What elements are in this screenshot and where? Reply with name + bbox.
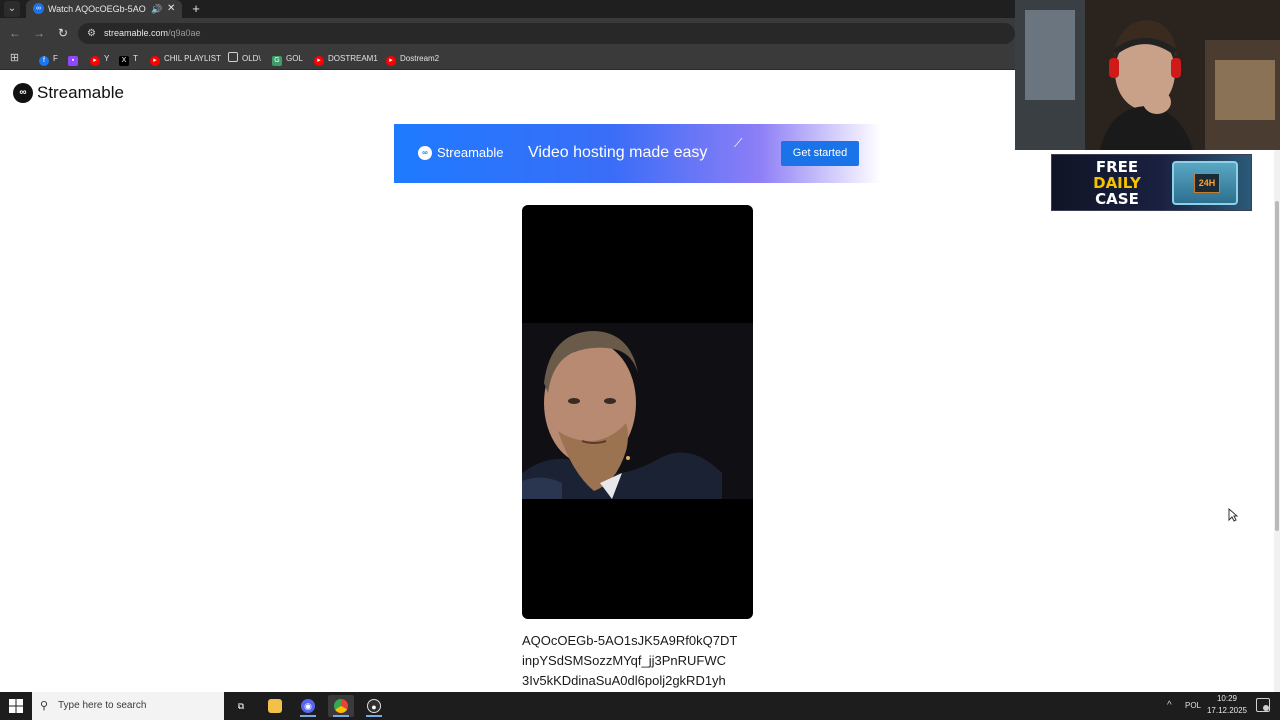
banner-tagline: Video hosting made easy (528, 144, 708, 161)
url-host: streamable.com (104, 28, 169, 38)
clock-date: 17.12.2025 (1206, 706, 1248, 715)
site-settings-icon[interactable]: ⚙ (87, 26, 96, 41)
video-frame (522, 323, 753, 499)
webcam-overlay (1015, 0, 1280, 150)
x-icon: X (119, 56, 129, 66)
promo-text: FREE DAILY CASE (1074, 159, 1160, 207)
promo-line: DAILY (1093, 174, 1141, 192)
crate-icon: 24H (1172, 161, 1238, 205)
windows-taskbar: ⚲ Type here to search ⧉ ◉ ● ^ POL 10:29 … (0, 692, 1280, 720)
bookmark-label: GOL (286, 54, 303, 63)
video-title-line: inpYSdSMSozzMYqf_jj3PnRUFWC (522, 653, 726, 668)
bookmark-dostream1[interactable]: ▸ DOSTREAM1 (314, 52, 378, 66)
video-title-line: AQOcOEGb-5AO1sJK5A9Rf0kQ7DT (522, 633, 738, 648)
active-tab[interactable]: ∞ Watch AQOcOEGb-5AO1sJK 🔊 ✕ (26, 0, 182, 18)
bookmark-twitch[interactable]: ▪ (68, 52, 82, 66)
windows-start-icon[interactable] (8, 698, 24, 714)
video-title-line: 3Iv5kKDdinaSuA0dl6polj2gkRD1yh (522, 673, 726, 688)
tab-title: Watch AQOcOEGb-5AO1sJK (48, 4, 146, 14)
promo-banner[interactable]: ∞ Streamable Video hosting made easy ⟋ G… (394, 124, 881, 183)
discord-icon: ◉ (301, 699, 315, 713)
bookmark-label: T (133, 54, 138, 63)
clock-time: 10:29 (1216, 694, 1238, 703)
bookmark-folder-old[interactable]: OLD\ (228, 52, 261, 66)
reload-icon[interactable]: ↻ (55, 25, 71, 41)
youtube-icon: ▸ (386, 56, 396, 66)
running-indicator (300, 715, 316, 717)
folder-icon (228, 52, 238, 62)
bookmark-label: Dostream2 (400, 54, 440, 63)
mouse-cursor-icon (1228, 508, 1238, 522)
task-view-icon: ⧉ (237, 701, 245, 711)
video-title: AQOcOEGb-5AO1sJK5A9Rf0kQ7DT inpYSdSMSozz… (522, 631, 762, 691)
streamable-logo-icon: ∞ (418, 146, 432, 160)
banner-brand: Streamable (437, 145, 504, 160)
search-icon: ⚲ (40, 700, 49, 712)
task-view-button[interactable]: ⧉ (228, 695, 254, 717)
webcam-feed-image (1015, 0, 1280, 150)
bookmark-label: DOSTREAM1 (328, 54, 378, 63)
streamable-favicon-icon: ∞ (33, 3, 44, 14)
obs-icon: ● (367, 699, 381, 713)
twitch-icon: ▪ (68, 56, 78, 66)
youtube-icon: ▸ (314, 56, 324, 66)
file-explorer-icon (268, 699, 282, 713)
new-tab-button[interactable]: + (189, 0, 203, 18)
chrome-button[interactable] (328, 695, 354, 717)
video-player[interactable] (522, 205, 753, 619)
page-scrollbar[interactable] (1274, 71, 1280, 692)
taskbar-search-box[interactable]: ⚲ Type here to search (32, 692, 224, 720)
chrome-icon (334, 699, 348, 713)
sparkle-icon: ⟋ (734, 136, 743, 150)
notification-center-icon[interactable] (1256, 698, 1270, 712)
free-daily-case-ad[interactable]: FREE DAILY CASE 24H (1051, 154, 1252, 211)
notification-count (1263, 705, 1269, 711)
bookmark-label: F (53, 54, 58, 63)
close-tab-icon[interactable]: ✕ (167, 2, 175, 16)
bookmark-label: OLD\ (242, 54, 261, 63)
running-indicator (366, 715, 382, 717)
obs-button[interactable]: ● (361, 695, 387, 717)
system-clock[interactable]: 10:29 17.12.2025 (1203, 693, 1251, 717)
bookmark-gol[interactable]: G GOL (272, 52, 303, 66)
gol-icon: G (272, 56, 282, 66)
running-indicator (333, 715, 349, 717)
logo-text: Streamable (37, 83, 124, 102)
crate-label: 24H (1194, 173, 1220, 193)
promo-line: FREE (1095, 158, 1139, 176)
input-language[interactable]: POL (1185, 698, 1201, 714)
url-text: streamable.com/q9a0ae (104, 26, 201, 41)
show-hidden-icons-icon[interactable]: ^ (1167, 698, 1172, 714)
bookmark-label: Y (104, 54, 110, 63)
video-still-image (522, 323, 753, 499)
bookmark-facebook[interactable]: fF (39, 52, 58, 66)
facebook-icon: f (39, 56, 49, 66)
file-explorer-button[interactable] (262, 695, 288, 717)
streamable-logo-icon: ∞ (13, 83, 33, 103)
back-icon[interactable]: ← (7, 25, 23, 41)
bookmark-label: CHIL PLAYLIST (164, 54, 221, 63)
discord-button[interactable]: ◉ (295, 695, 321, 717)
search-placeholder: Type here to search (58, 700, 147, 711)
bookmark-x[interactable]: XT (119, 52, 138, 66)
youtube-icon: ▸ (90, 56, 100, 66)
forward-icon[interactable]: → (31, 25, 47, 41)
promo-line: CASE (1095, 190, 1139, 208)
get-started-button[interactable]: Get started (781, 141, 859, 166)
tab-search-icon[interactable]: ⌄ (4, 1, 20, 17)
address-bar[interactable]: ⚙ streamable.com/q9a0ae (78, 23, 1015, 44)
bookmark-chil-playlist[interactable]: ▸ CHIL PLAYLIST (150, 52, 221, 66)
scrollbar-thumb[interactable] (1275, 201, 1279, 531)
bookmark-youtube[interactable]: ▸ Y (90, 52, 109, 66)
speaker-icon[interactable]: 🔊 (151, 2, 162, 16)
url-path: /q9a0ae (168, 28, 201, 38)
bookmark-dostream2[interactable]: ▸ Dostream2 (386, 52, 439, 66)
apps-grid-icon[interactable]: ⊞ (8, 52, 21, 65)
youtube-icon: ▸ (150, 56, 160, 66)
